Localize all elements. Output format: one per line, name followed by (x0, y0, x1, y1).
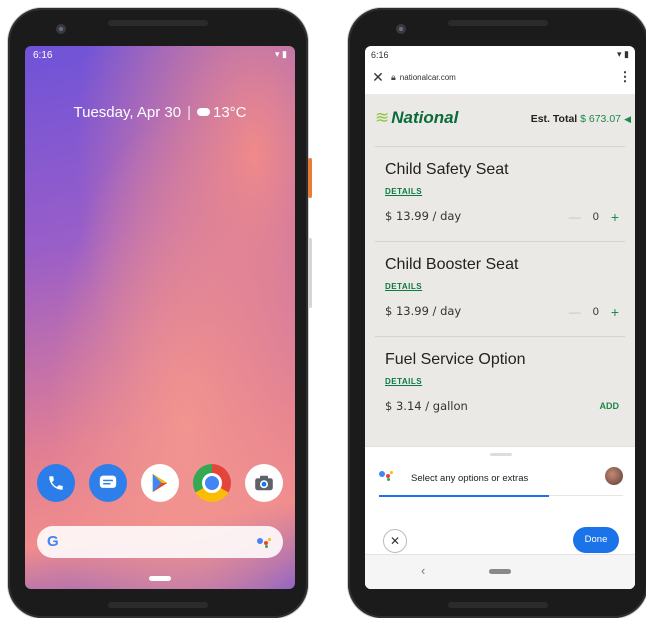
status-bar: 6:16 ▾ ▮ (25, 46, 295, 64)
earpiece-speaker (448, 20, 548, 26)
assistant-prompt: Select any options or extras (411, 473, 529, 484)
at-a-glance-widget[interactable]: Tuesday, Apr 30 | 13°C (25, 104, 295, 121)
details-link[interactable]: DETAILS (385, 187, 422, 196)
url-text[interactable]: nationalcar.com (400, 73, 615, 82)
quantity-stepper: — 0 + (569, 209, 619, 225)
lock-icon: 🔒︎ (391, 71, 396, 82)
front-camera (396, 24, 406, 34)
earpiece-speaker (108, 20, 208, 26)
plus-icon[interactable]: + (611, 209, 619, 225)
list-item: Fuel Service Option DETAILS $ 3.14 / gal… (375, 336, 625, 432)
quantity-value: 0 (592, 306, 599, 318)
home-gesture-pill[interactable] (149, 576, 171, 581)
est-amount: $ 673.07 (580, 113, 621, 125)
national-waves-icon: ≋ (375, 108, 390, 127)
site-header: ≋ National Est. Total $ 673.07 ◀ (365, 94, 635, 147)
quantity-stepper: — 0 + (569, 304, 619, 320)
date-text: Tuesday, Apr 30 (73, 104, 182, 121)
back-icon[interactable]: ‹ (421, 563, 425, 578)
overflow-menu-icon[interactable]: ⋮ (615, 69, 635, 85)
item-price: $ 13.99 / day (385, 304, 462, 318)
bottom-speaker (448, 602, 548, 608)
temperature-text: 13°C (212, 104, 247, 121)
quantity-value: 0 (592, 211, 599, 223)
wifi-battery-icon: ▾ ▮ (617, 49, 629, 59)
item-price: $ 3.14 / gallon (385, 399, 468, 413)
right-phone-frame: 6:16 ▾ ▮ ✕ 🔒︎ nationalcar.com ⋮ ≋ Nationa… (348, 8, 646, 618)
item-name: Fuel Service Option (385, 351, 526, 368)
add-button[interactable]: ADD (600, 401, 620, 411)
assistant-icon (379, 469, 397, 483)
list-item: Child Booster Seat DETAILS $ 13.99 / day… (375, 241, 625, 337)
power-button (308, 158, 312, 198)
item-price: $ 13.99 / day (385, 209, 462, 223)
status-bar: 6:16 ▾ ▮ (365, 46, 635, 62)
camera-icon[interactable] (245, 464, 283, 502)
home-gesture-pill[interactable] (489, 569, 511, 574)
status-time: 6:16 (371, 50, 389, 60)
minus-icon[interactable]: — (569, 305, 581, 319)
national-logo[interactable]: ≋ National (375, 108, 458, 128)
bottom-speaker (108, 602, 208, 608)
assistant-icon[interactable] (257, 538, 273, 548)
front-camera (56, 24, 66, 34)
wifi-battery-icon: ▾ ▮ (275, 49, 287, 59)
browser-screen: 6:16 ▾ ▮ ✕ 🔒︎ nationalcar.com ⋮ ≋ Nationa… (365, 46, 635, 589)
minus-icon[interactable]: — (569, 210, 581, 224)
list-item: Child Safety Seat DETAILS $ 13.99 / day … (375, 146, 625, 242)
est-label: Est. Total (530, 113, 578, 125)
messages-app-icon[interactable] (89, 464, 127, 502)
status-time: 6:16 (33, 50, 53, 61)
sheet-drag-handle[interactable] (490, 453, 512, 456)
google-search-bar[interactable]: G (37, 526, 283, 558)
done-button[interactable]: Done (573, 527, 619, 553)
caret-left-icon[interactable]: ◀ (624, 114, 631, 125)
close-icon[interactable]: ✕ (365, 69, 391, 86)
extras-list: Child Safety Seat DETAILS $ 13.99 / day … (365, 146, 635, 446)
plus-icon[interactable]: + (611, 304, 619, 320)
item-name: Child Safety Seat (385, 161, 509, 178)
progress-bar (379, 495, 549, 497)
volume-rocker (308, 238, 312, 308)
details-link[interactable]: DETAILS (385, 282, 422, 291)
navigation-bar: ‹ (365, 554, 635, 589)
custom-tab-toolbar: ✕ 🔒︎ nationalcar.com ⋮ (365, 64, 635, 90)
estimated-total[interactable]: Est. Total $ 673.07 (531, 113, 621, 125)
chrome-icon[interactable] (193, 464, 231, 502)
app-dock (37, 464, 283, 504)
left-phone-frame: 6:16 ▾ ▮ Tuesday, Apr 30 | 13°C G (8, 8, 312, 618)
avatar[interactable] (605, 467, 623, 485)
details-link[interactable]: DETAILS (385, 377, 422, 386)
phone-app-icon[interactable] (37, 464, 75, 502)
item-name: Child Booster Seat (385, 256, 519, 273)
cloud-sun-icon (196, 104, 210, 116)
home-screen: 6:16 ▾ ▮ Tuesday, Apr 30 | 13°C G (25, 46, 295, 589)
close-icon[interactable]: ✕ (383, 529, 407, 553)
google-g-icon: G (47, 533, 59, 550)
play-store-icon[interactable] (141, 464, 179, 502)
